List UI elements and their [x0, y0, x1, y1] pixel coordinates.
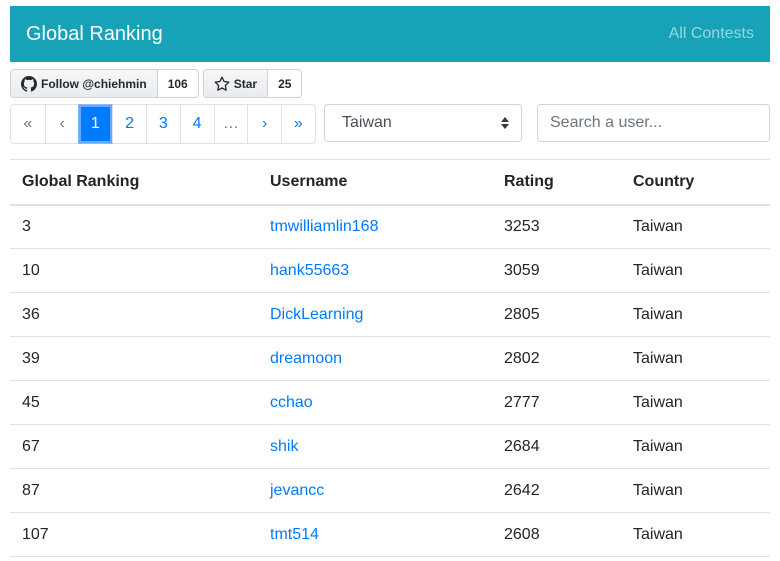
header-rating: Rating: [492, 159, 621, 206]
rating-cell: 2777: [492, 380, 621, 425]
rating-cell: 2642: [492, 468, 621, 513]
rating-cell: 2805: [492, 292, 621, 337]
next-page-button[interactable]: ›: [247, 105, 281, 143]
header-country: Country: [621, 159, 770, 206]
rank-cell: 67: [10, 424, 258, 469]
search-user-input[interactable]: [537, 104, 770, 142]
username-link[interactable]: tmwilliamlin168: [258, 204, 492, 249]
table-row: 107 tmt514 2608 Taiwan: [10, 512, 770, 557]
table-row: 36 DickLearning 2805 Taiwan: [10, 292, 770, 337]
table-row: 3 tmwilliamlin168 3253 Taiwan: [10, 204, 770, 249]
table-row: 45 cchao 2777 Taiwan: [10, 380, 770, 425]
follow-count[interactable]: 106: [156, 70, 198, 97]
header-global-ranking: Global Ranking: [10, 159, 258, 206]
all-contests-link[interactable]: All Contests: [669, 25, 754, 43]
page-4-button[interactable]: 4: [179, 105, 214, 143]
rating-cell: 2802: [492, 336, 621, 381]
table-row: 10 hank55663 3059 Taiwan: [10, 248, 770, 293]
page-1-button[interactable]: 1: [78, 105, 113, 143]
star-icon: [214, 76, 230, 91]
rating-cell: 2684: [492, 424, 621, 469]
rank-cell: 3: [10, 204, 258, 249]
github-follow-button[interactable]: Follow @chiehmin 106: [10, 69, 199, 98]
country-cell: Taiwan: [621, 424, 770, 469]
username-link[interactable]: DickLearning: [258, 292, 492, 337]
page-title[interactable]: Global Ranking: [26, 23, 163, 46]
rank-cell: 36: [10, 292, 258, 337]
github-follow-main[interactable]: Follow @chiehmin: [11, 70, 157, 97]
pagination-ellipsis: …: [213, 105, 248, 143]
country-cell: Taiwan: [621, 468, 770, 513]
navbar: Global Ranking All Contests: [10, 6, 770, 62]
username-link[interactable]: jevancc: [258, 468, 492, 513]
table-row: 87 jevancc 2642 Taiwan: [10, 468, 770, 513]
select-caret-icon: [501, 117, 509, 129]
page-2-button[interactable]: 2: [112, 105, 146, 143]
country-cell: Taiwan: [621, 512, 770, 557]
table-row: 39 dreamoon 2802 Taiwan: [10, 336, 770, 381]
follow-label: Follow @chiehmin: [41, 76, 147, 91]
github-icon: [21, 75, 37, 92]
country-cell: Taiwan: [621, 380, 770, 425]
github-star-button[interactable]: Star 25: [202, 69, 303, 98]
rating-cell: 3059: [492, 248, 621, 293]
pagination: « ‹ 1 2 3 4 … › »: [10, 104, 316, 144]
prev-page-button[interactable]: ‹: [44, 105, 79, 143]
rank-cell: 39: [10, 336, 258, 381]
star-count[interactable]: 25: [267, 70, 302, 97]
github-star-main[interactable]: Star: [203, 70, 268, 97]
country-select-value: Taiwan: [342, 114, 392, 131]
username-link[interactable]: hank55663: [258, 248, 492, 293]
username-link[interactable]: tmt514: [258, 512, 492, 557]
rating-cell: 2608: [492, 512, 621, 557]
country-cell: Taiwan: [621, 204, 770, 249]
table-header-row: Global Ranking Username Rating Country: [10, 159, 770, 206]
star-label: Star: [233, 76, 258, 91]
last-page-button[interactable]: »: [281, 105, 315, 143]
rank-cell: 45: [10, 380, 258, 425]
country-cell: Taiwan: [621, 248, 770, 293]
github-buttons: Follow @chiehmin 106 Star 25: [10, 69, 303, 98]
rank-cell: 10: [10, 248, 258, 293]
username-link[interactable]: cchao: [258, 380, 492, 425]
rating-cell: 3253: [492, 204, 621, 249]
username-link[interactable]: shik: [258, 424, 492, 469]
country-select[interactable]: Taiwan: [324, 104, 522, 142]
header-username: Username: [258, 159, 492, 206]
country-cell: Taiwan: [621, 336, 770, 381]
first-page-button[interactable]: «: [11, 105, 45, 143]
ranking-table: Global Ranking Username Rating Country 3…: [10, 159, 770, 557]
rank-cell: 107: [10, 512, 258, 557]
username-link[interactable]: dreamoon: [258, 336, 492, 381]
page-3-button[interactable]: 3: [146, 105, 180, 143]
rank-cell: 87: [10, 468, 258, 513]
country-cell: Taiwan: [621, 292, 770, 337]
table-row: 67 shik 2684 Taiwan: [10, 424, 770, 469]
